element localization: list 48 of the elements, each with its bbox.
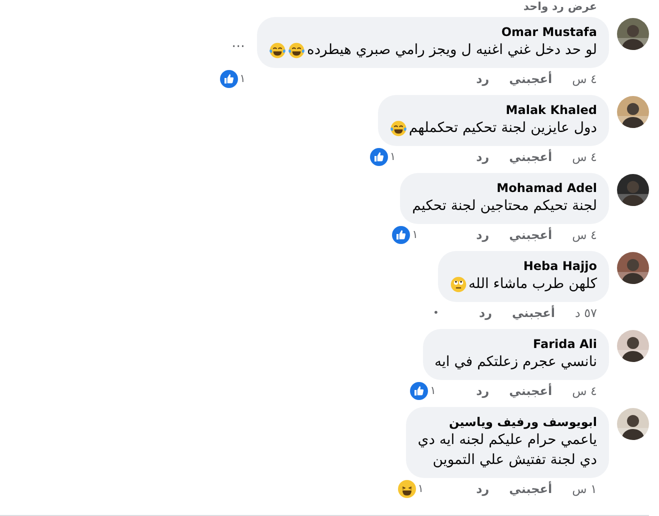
comment-text: دول عايزين لجنة تحكيم تحكملهم (408, 119, 597, 138)
comment-text: لجنة تحيكم محتاجين لجنة تحكيم (412, 197, 597, 216)
like-link[interactable]: أعجبني (512, 305, 555, 321)
rolling-eyes-face-icon (450, 276, 467, 292)
reaction-count[interactable]: ١ (390, 150, 396, 164)
thumbs-up-icon[interactable] (370, 148, 388, 166)
reaction-count[interactable]: ١ (418, 482, 424, 496)
reply-link[interactable]: رد (476, 481, 490, 497)
laughing-face-icon (288, 42, 305, 58)
laughing-face-icon[interactable] (398, 480, 416, 498)
commenter-name[interactable]: Heba Hajjo (450, 258, 597, 274)
comment-text: نانسي عجرم زعلتكم في ايه (434, 353, 597, 372)
thumbs-up-icon[interactable] (220, 70, 238, 88)
comment-time[interactable]: ٤ س (572, 227, 597, 243)
like-link[interactable]: أعجبني (509, 71, 552, 87)
commenter-name[interactable]: ابويوسف ورفيف وياسين (418, 414, 597, 430)
comment-text: ياعمي حرام عليكم لجنه ايه دي (418, 431, 597, 450)
comment-time[interactable]: ٤ س (572, 383, 597, 399)
separator-dot: • (433, 308, 439, 318)
reply-link[interactable]: رد (478, 305, 492, 321)
like-link[interactable]: أعجبني (509, 383, 552, 399)
view-reply-link[interactable]: عرض رد واحد (0, 0, 649, 14)
commenter-name[interactable]: Farida Ali (434, 336, 597, 352)
laughing-face-icon (268, 42, 286, 58)
comment-time[interactable]: ٤ س (572, 71, 597, 87)
reply-link[interactable]: رد (476, 71, 490, 87)
reply-link[interactable]: رد (476, 227, 490, 243)
comment-text: كلهن طرب ماشاء الله (468, 275, 597, 294)
thumbs-up-icon[interactable] (392, 226, 410, 244)
reaction-count[interactable]: ١ (430, 384, 436, 398)
commenter-name[interactable]: Omar Mustafa (268, 24, 597, 40)
like-link[interactable]: أعجبني (509, 227, 552, 243)
comment-text: دي لجنة تفتيش علي التموين (432, 451, 597, 470)
laughing-face-icon (390, 120, 407, 136)
reaction-count[interactable]: ١ (240, 72, 246, 86)
like-link[interactable]: أعجبني (509, 481, 552, 497)
reply-link[interactable]: رد (476, 149, 490, 165)
reaction-count[interactable]: ١ (412, 228, 418, 242)
comment-text: لو حد دخل غني اغنيه ل ويجز رامي صبري هيطرده (306, 41, 597, 60)
commenter-name[interactable]: Malak Khaled (390, 102, 597, 118)
like-link[interactable]: أعجبني (509, 149, 552, 165)
thumbs-up-icon[interactable] (410, 382, 428, 400)
commenter-name[interactable]: Mohamad Adel (412, 180, 597, 196)
comment-time[interactable]: ٤ س (572, 149, 597, 165)
reply-link[interactable]: رد (476, 383, 490, 399)
more-options-button[interactable]: ... (228, 34, 249, 50)
comment-time[interactable]: ١ س (572, 481, 597, 497)
comment-time[interactable]: ٥٧ د (574, 305, 597, 321)
